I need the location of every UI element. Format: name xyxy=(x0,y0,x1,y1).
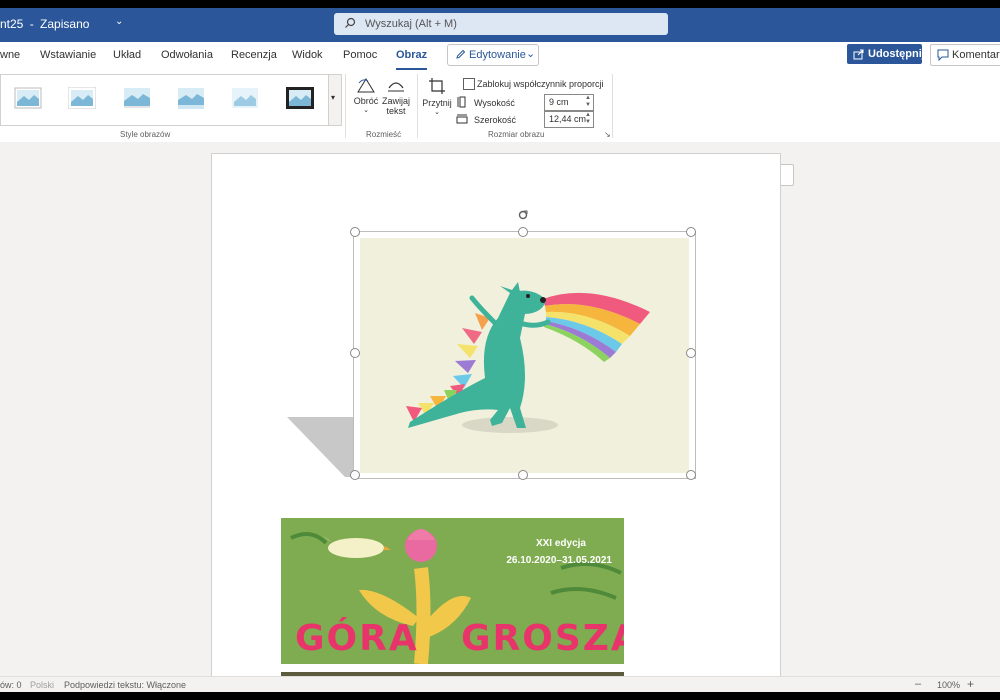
picture-style-4[interactable] xyxy=(177,87,205,109)
group-label-picture-size: Rozmiar obrazu xyxy=(488,130,545,139)
lock-aspect-ratio-label: Zablokuj współczynnik proporcji xyxy=(477,79,604,89)
tab-references[interactable]: Odwołania xyxy=(161,49,213,61)
resize-handle-top-right[interactable] xyxy=(686,227,696,237)
tab-view[interactable]: Widok xyxy=(292,49,323,61)
chevron-down-icon: ⌄ xyxy=(434,109,440,116)
comment-icon xyxy=(937,49,949,61)
title-separator: - xyxy=(29,17,34,31)
rotate-handle-icon[interactable] xyxy=(518,210,528,220)
height-label: Wysokość xyxy=(474,98,515,108)
word-online-window: nt25 - Zapisano ⌄ Wyszukaj (Alt + M) wne… xyxy=(0,8,1000,692)
crop-icon xyxy=(429,78,445,94)
comments-button[interactable]: Komentarz xyxy=(930,44,1000,66)
chevron-down-icon: ▾ xyxy=(331,93,336,102)
language-status[interactable]: Polski xyxy=(30,680,54,690)
tab-help[interactable]: Pomoc xyxy=(343,49,377,61)
pencil-icon xyxy=(456,49,466,59)
share-label: Udostępnij xyxy=(868,48,925,60)
width-value: 12,44 cm xyxy=(549,114,587,124)
rotate-icon xyxy=(357,78,375,93)
ribbon-divider xyxy=(612,74,613,138)
wrap-text-icon xyxy=(388,82,404,92)
banner-title-left: GÓRA xyxy=(295,618,419,659)
zoom-level[interactable]: 100% xyxy=(937,680,960,690)
spin-arrows-icon[interactable]: ▲ ▼ xyxy=(585,112,591,126)
comments-label: Komentarz xyxy=(952,49,1000,61)
resize-handle-top[interactable] xyxy=(518,227,528,237)
dinosaur-rainbow-illustration xyxy=(360,238,689,473)
dialog-launcher-icon[interactable]: ↘ xyxy=(604,130,611,139)
status-bar: ów: 0 Polski Podpowiedzi tekstu: Włączon… xyxy=(0,676,1000,692)
page-margin-marker xyxy=(781,164,794,186)
banner-title-right: GROSZA xyxy=(461,618,624,659)
picture-style-6[interactable] xyxy=(286,87,314,109)
save-status: Zapisano xyxy=(40,17,90,31)
resize-handle-bottom-right[interactable] xyxy=(686,470,696,480)
tab-insert[interactable]: Wstawianie xyxy=(40,49,96,61)
chevron-down-icon[interactable]: ⌄ xyxy=(115,16,123,27)
tab-review[interactable]: Recenzja xyxy=(231,49,277,61)
share-button[interactable]: Udostępnij xyxy=(847,44,925,64)
rotate-label: Obróć xyxy=(353,96,379,106)
ribbon-tabs: wne Wstawianie Układ Odwołania Recenzja … xyxy=(0,42,1000,70)
document-title[interactable]: nt25 - Zapisano xyxy=(0,17,89,31)
editing-mode-button[interactable]: Edytowanie ⌄ xyxy=(447,44,539,66)
image-shadow xyxy=(287,417,353,477)
zoom-out-icon[interactable]: – xyxy=(915,678,921,690)
picture-style-5[interactable] xyxy=(231,87,259,109)
dinosaur-illustration xyxy=(406,282,650,433)
group-label-arrange: Rozmieść xyxy=(366,130,402,139)
banner-dates: 26.10.2020–31.05.2021 xyxy=(506,555,612,566)
picture-style-3[interactable] xyxy=(123,87,151,109)
document-canvas[interactable]: XXI edycja 26.10.2020–31.05.2021 GÓRA GR… xyxy=(0,142,1000,692)
resize-handle-right[interactable] xyxy=(686,348,696,358)
spin-arrows-icon[interactable]: ▲ ▼ xyxy=(585,95,591,109)
width-input[interactable]: 12,44 cm ▲ ▼ xyxy=(544,111,594,128)
rotate-button[interactable]: Obróć ⌄ xyxy=(352,76,380,114)
picture-style-2[interactable] xyxy=(68,87,96,109)
zoom-in-icon[interactable]: + xyxy=(967,677,974,691)
tab-layout[interactable]: Układ xyxy=(113,49,141,61)
chevron-down-icon: ⌄ xyxy=(526,48,536,60)
ribbon-picture: ▾ Style obrazów Obróć ⌄ Zawijaj tekst Ro… xyxy=(0,70,1000,143)
gora-grosza-banner-image[interactable]: XXI edycja 26.10.2020–31.05.2021 GÓRA GR… xyxy=(281,518,624,664)
share-icon xyxy=(853,49,864,60)
picture-styles-gallery: ▾ xyxy=(0,74,342,126)
text-predictions-status[interactable]: Podpowiedzi tekstu: Włączone xyxy=(64,680,186,690)
crop-button[interactable]: Przytnij ⌄ xyxy=(422,76,452,116)
editing-mode-label: Edytowanie xyxy=(469,49,526,61)
banner-edition: XXI edycja xyxy=(535,538,586,549)
chevron-down-icon: ⌄ xyxy=(363,107,369,114)
gallery-more-button[interactable]: ▾ xyxy=(328,75,341,125)
height-input[interactable]: 9 cm ▲ ▼ xyxy=(544,94,594,111)
picture-style-1[interactable] xyxy=(14,87,42,109)
height-value: 9 cm xyxy=(549,97,569,107)
ribbon-divider xyxy=(417,74,418,138)
selected-image[interactable] xyxy=(353,231,696,479)
lock-aspect-ratio-checkbox[interactable] xyxy=(463,78,475,90)
ribbon-divider xyxy=(345,74,346,138)
tab-home[interactable]: wne xyxy=(0,49,20,61)
title-bar: nt25 - Zapisano ⌄ Wyszukaj (Alt + M) xyxy=(0,8,1000,42)
wrap-text-label-1: Zawijaj xyxy=(381,96,410,106)
tab-picture[interactable]: Obraz xyxy=(396,49,428,70)
wrap-text-button[interactable]: Zawijaj tekst xyxy=(381,76,411,116)
resize-handle-bottom[interactable] xyxy=(518,470,528,480)
document-name: nt25 xyxy=(0,17,24,31)
word-count[interactable]: ów: 0 xyxy=(0,680,22,690)
width-icon xyxy=(456,114,468,124)
wrap-text-label-2: tekst xyxy=(386,106,406,116)
search-box[interactable]: Wyszukaj (Alt + M) xyxy=(334,13,668,35)
crop-label: Przytnij xyxy=(422,98,452,108)
resize-handle-top-left[interactable] xyxy=(350,227,360,237)
search-placeholder: Wyszukaj (Alt + M) xyxy=(365,18,457,30)
resize-handle-left[interactable] xyxy=(350,348,360,358)
height-icon xyxy=(457,96,466,108)
search-icon xyxy=(345,17,356,28)
width-label: Szerokość xyxy=(474,115,517,125)
group-label-picture-styles: Style obrazów xyxy=(120,130,171,139)
resize-handle-bottom-left[interactable] xyxy=(350,470,360,480)
